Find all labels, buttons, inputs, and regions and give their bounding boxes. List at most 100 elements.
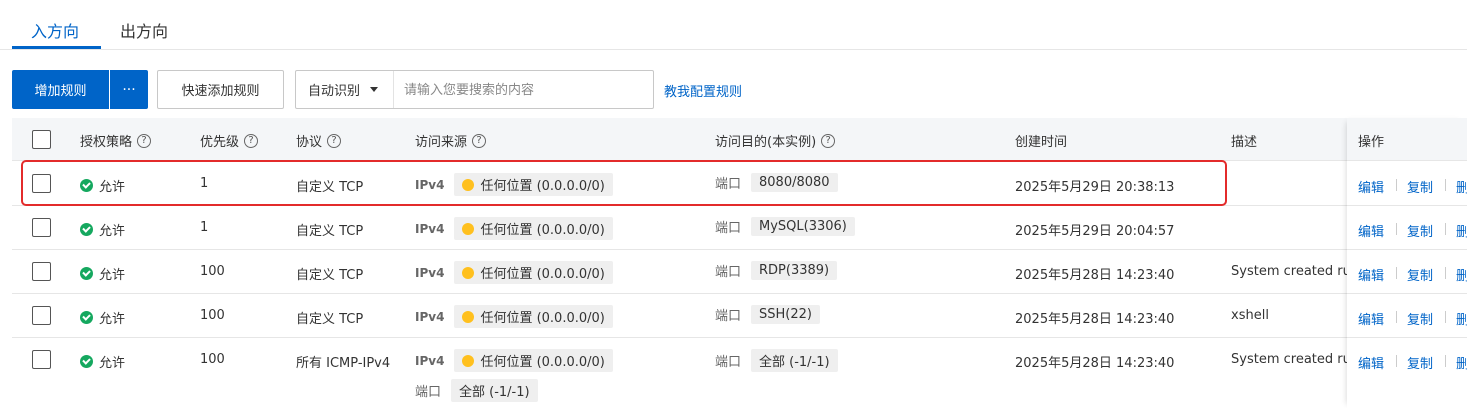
check-circle-icon: [80, 267, 93, 280]
warning-icon: [462, 310, 475, 323]
source-tag: 任何位置 (0.0.0.0/0): [454, 173, 613, 196]
copy-link[interactable]: 复制: [1407, 309, 1433, 328]
active-tab-indicator: [12, 46, 101, 49]
select-all-checkbox[interactable]: [32, 130, 51, 149]
priority-cell: 100: [200, 352, 225, 367]
tab-inbound[interactable]: 入方向: [31, 18, 79, 42]
warning-icon: [462, 354, 475, 367]
row-checkbox[interactable]: [32, 262, 51, 281]
port-tag: 全部 (-1/-1): [751, 349, 838, 372]
ip-version: IPv4: [415, 221, 445, 236]
row-actions: 编辑 复制 删: [1347, 294, 1467, 338]
header-created-label: 创建时间: [1015, 135, 1068, 150]
row-actions: 编辑 复制 删: [1347, 206, 1467, 250]
protocol-cell: 所有 ICMP-IPv4: [296, 356, 391, 371]
delete-link[interactable]: 删: [1456, 265, 1467, 284]
help-icon[interactable]: ?: [821, 133, 836, 148]
help-icon[interactable]: ?: [137, 133, 152, 148]
help-icon[interactable]: ?: [472, 133, 487, 148]
created-cell: 2025年5月28日 14:23:40: [1015, 312, 1175, 327]
delete-link[interactable]: 删: [1456, 309, 1467, 328]
edit-link[interactable]: 编辑: [1358, 309, 1384, 328]
search-type-label: 自动识别: [308, 84, 361, 99]
check-circle-icon: [80, 223, 93, 236]
check-circle-icon: [80, 311, 93, 324]
desc-cell: xshell: [1231, 308, 1269, 323]
row-checkbox[interactable]: [32, 174, 51, 193]
copy-link[interactable]: 复制: [1407, 265, 1433, 284]
copy-link[interactable]: 复制: [1407, 177, 1433, 196]
policy-cell: 允许: [80, 176, 125, 195]
header-desc-label: 描述: [1231, 135, 1258, 150]
divider: [1396, 355, 1397, 367]
search-type-select[interactable]: 自动识别: [296, 71, 394, 108]
warning-icon: [462, 178, 475, 191]
copy-link[interactable]: 复制: [1407, 221, 1433, 240]
policy-cell: 允许: [80, 220, 125, 239]
header-actions-label: 操作: [1358, 135, 1385, 150]
add-rule-button[interactable]: 增加规则: [12, 70, 109, 109]
copy-link[interactable]: 复制: [1407, 353, 1433, 372]
priority-cell: 1: [200, 176, 209, 191]
source-cell: IPv4 任何位置 (0.0.0.0/0): [415, 349, 613, 372]
source-value: 任何位置 (0.0.0.0/0): [480, 311, 605, 326]
edit-link[interactable]: 编辑: [1358, 221, 1384, 240]
ip-version: IPv4: [415, 177, 445, 192]
divider: [1396, 223, 1397, 235]
header-desc: 描述: [1231, 131, 1257, 150]
row-checkbox[interactable]: [32, 306, 51, 325]
port-label: 端口: [715, 355, 742, 370]
delete-link[interactable]: 删: [1456, 177, 1467, 196]
source-value: 任何位置 (0.0.0.0/0): [480, 267, 605, 282]
help-icon[interactable]: ?: [327, 133, 342, 148]
check-circle-icon: [80, 179, 93, 192]
created-cell: 2025年5月29日 20:38:13: [1015, 180, 1175, 195]
edit-link[interactable]: 编辑: [1358, 265, 1384, 284]
port-label: 端口: [715, 177, 742, 192]
policy-value: 允许: [99, 224, 126, 239]
source-cell: IPv4 任何位置 (0.0.0.0/0): [415, 261, 613, 284]
delete-link[interactable]: 删: [1456, 353, 1467, 372]
policy-value: 允许: [99, 356, 126, 371]
quick-add-rule-button[interactable]: 快速添加规则: [157, 70, 284, 109]
port-tag: RDP(3389): [751, 261, 838, 280]
desc-cell: System created rul: [1231, 352, 1355, 367]
ip-version: IPv4: [415, 353, 445, 368]
edit-link[interactable]: 编辑: [1358, 353, 1384, 372]
search-box: 自动识别: [295, 70, 654, 109]
edit-link[interactable]: 编辑: [1358, 177, 1384, 196]
search-input[interactable]: [404, 80, 644, 100]
header-source-label: 访问来源: [415, 135, 468, 150]
header-protocol-label: 协议: [296, 135, 323, 150]
help-icon[interactable]: ?: [244, 133, 259, 148]
ip-version: IPv4: [415, 309, 445, 324]
port-tag: SSH(22): [751, 305, 820, 324]
header-priority-label: 优先级: [200, 135, 240, 150]
source-value: 任何位置 (0.0.0.0/0): [480, 179, 605, 194]
row-actions: 编辑 复制 删: [1347, 162, 1467, 206]
created-cell: 2025年5月28日 14:23:40: [1015, 356, 1175, 371]
row-checkbox[interactable]: [32, 350, 51, 369]
header-created: 创建时间: [1015, 131, 1067, 150]
port-tag: 8080/8080: [751, 173, 838, 192]
divider: [1396, 267, 1397, 279]
delete-link[interactable]: 删: [1456, 221, 1467, 240]
dest-cell: 端口 MySQL(3306): [715, 217, 855, 236]
divider: [1445, 267, 1446, 279]
source-value: 任何位置 (0.0.0.0/0): [480, 223, 605, 238]
table-row: 允许 100 所有 ICMP-IPv4 IPv4 任何位置 (0.0.0.0/0)…: [12, 338, 1467, 408]
table-header: 授权策略? 优先级? 协议? 访问来源? 访问目的(本实例)? 创建时间 描述: [12, 118, 1467, 161]
dest-cell: 端口 8080/8080: [715, 173, 838, 192]
row-checkbox[interactable]: [32, 218, 51, 237]
protocol-cell: 自定义 TCP: [296, 180, 364, 195]
tab-outbound[interactable]: 出方向: [120, 18, 168, 42]
help-config-link[interactable]: 教我配置规则: [664, 81, 742, 100]
header-policy: 授权策略?: [80, 131, 152, 150]
divider: [1445, 311, 1446, 323]
table-row: 允许 1 自定义 TCP IPv4 任何位置 (0.0.0.0/0) 端口 8080…: [12, 162, 1467, 206]
more-options-button[interactable]: ···: [110, 70, 148, 109]
source-cell: IPv4 任何位置 (0.0.0.0/0): [415, 217, 613, 240]
source-cell: IPv4 任何位置 (0.0.0.0/0): [415, 305, 613, 328]
protocol-cell: 自定义 TCP: [296, 224, 364, 239]
divider: [1396, 311, 1397, 323]
